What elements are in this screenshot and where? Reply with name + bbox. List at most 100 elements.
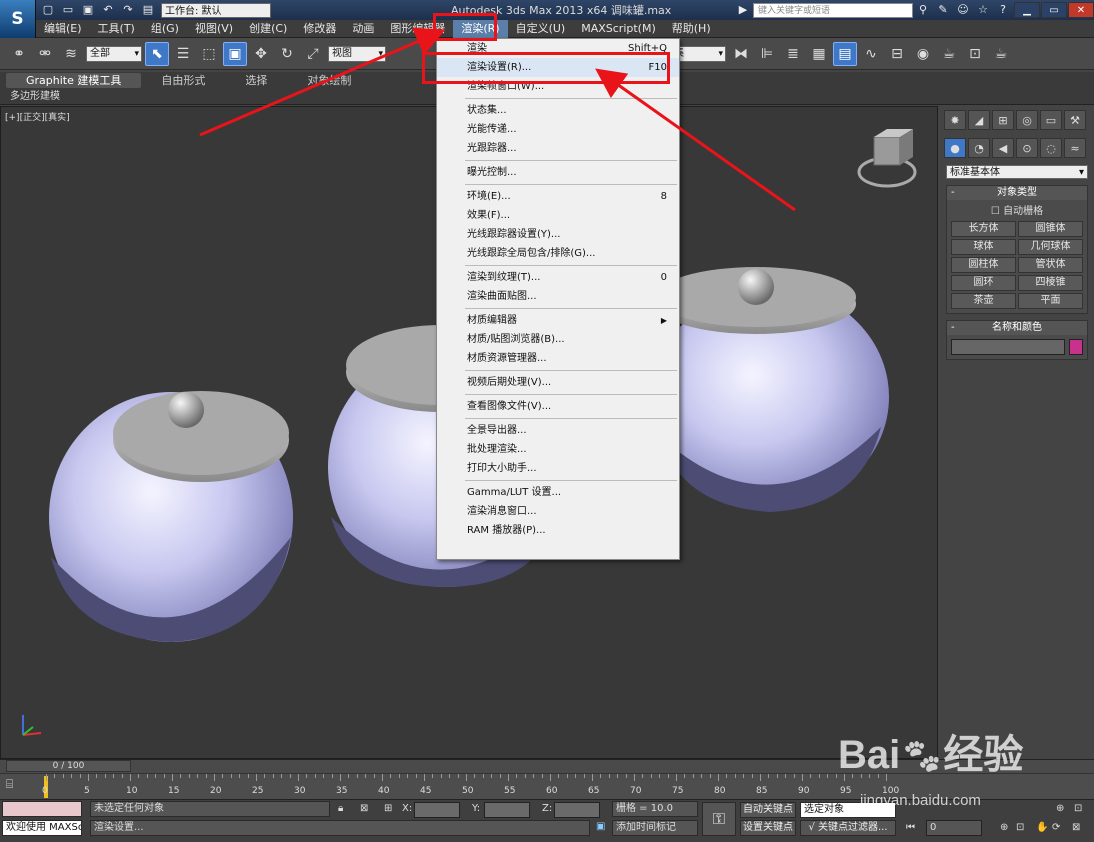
render-menu-item[interactable]: 视频后期处理(V)... <box>437 373 679 392</box>
zoom-extents-icon[interactable]: ⊡ <box>1016 822 1024 833</box>
search-input[interactable]: 键入关键字或短语 <box>753 2 913 18</box>
render-menu-item[interactable]: 光能传递... <box>437 120 679 139</box>
primitive-button[interactable]: 平面 <box>1018 293 1083 309</box>
object-color-swatch[interactable] <box>1069 339 1083 355</box>
new-file-icon[interactable]: ▢ <box>41 3 55 17</box>
set-key-button[interactable]: 设置关键点 <box>740 820 796 836</box>
ribbon-tab-0[interactable]: Graphite 建模工具 <box>6 73 142 88</box>
render-menu-item[interactable]: 效果(F)... <box>437 206 679 225</box>
absolute-mode-icon[interactable]: ⊞ <box>384 803 392 814</box>
ribbon-toggle-icon[interactable]: ▤ <box>833 41 857 66</box>
auto-key-button[interactable]: 自动关键点 <box>740 802 796 818</box>
zoom-all-icon[interactable]: ⊕ <box>1056 803 1064 814</box>
maxscript-mini-listener[interactable] <box>2 801 82 817</box>
menu-item-10[interactable]: MAXScript(M) <box>573 20 664 38</box>
menu-item-9[interactable]: 自定义(U) <box>508 20 574 38</box>
menu-item-0[interactable]: 编辑(E) <box>36 20 90 38</box>
ribbon-tab-1[interactable]: 自由形式 <box>141 73 225 88</box>
create-tab-icon[interactable]: ✸ <box>944 110 966 130</box>
render-setup-icon[interactable]: ☕ <box>937 42 961 66</box>
modify-tab-icon[interactable]: ◢ <box>968 110 990 130</box>
pan-icon[interactable]: ✋ <box>1036 822 1048 833</box>
render-frame-icon[interactable]: ⊡ <box>963 42 987 66</box>
menu-item-3[interactable]: 视图(V) <box>187 20 241 38</box>
render-menu-item[interactable]: 渲染到纹理(T)... 0 <box>437 268 679 287</box>
align-icon[interactable]: ⊫ <box>755 42 779 66</box>
shapes-icon[interactable]: ◔ <box>968 138 990 158</box>
render-menu-item[interactable]: 渲染 Shift+Q <box>437 39 679 58</box>
project-folder-icon[interactable]: ▤ <box>141 3 155 17</box>
primitive-button[interactable]: 几何球体 <box>1018 239 1083 255</box>
current-frame-input[interactable]: 0 <box>926 820 982 836</box>
tools-icon[interactable]: ✎ <box>936 3 950 17</box>
ref-coord-select[interactable]: 视图 <box>328 45 386 62</box>
utilities-tab-icon[interactable]: ⚒ <box>1064 110 1086 130</box>
selection-filter[interactable]: 全部 <box>86 45 142 62</box>
z-coord-input[interactable] <box>554 802 600 818</box>
lights-icon[interactable]: ◀ <box>992 138 1014 158</box>
render-menu-item[interactable]: 状态集... <box>437 101 679 120</box>
window-crossing-icon[interactable]: ▣ <box>223 41 247 66</box>
scale-icon[interactable]: ⤢ <box>301 42 325 66</box>
mini-curve-editor-icon[interactable]: ⌸ <box>6 777 13 792</box>
display-tab-icon[interactable]: ▭ <box>1040 110 1062 130</box>
primitive-button[interactable]: 四棱锥 <box>1018 275 1083 291</box>
star-icon[interactable]: ☆ <box>976 3 990 17</box>
render-menu-item[interactable]: 曝光控制... <box>437 163 679 182</box>
minimize-button[interactable]: ▁ <box>1014 2 1040 18</box>
people-icon[interactable]: ☺ <box>956 3 970 17</box>
primitive-button[interactable]: 管状体 <box>1018 257 1083 273</box>
render-menu-item[interactable]: 光线跟踪全局包含/排除(G)... <box>437 244 679 263</box>
add-time-tag[interactable]: 添加时间标记 <box>612 820 698 836</box>
render-menu-item[interactable]: 渲染设置(R)... F10 <box>437 58 679 77</box>
curve-editor-icon[interactable]: ∿ <box>859 42 883 66</box>
close-button[interactable]: ✕ <box>1068 2 1094 18</box>
time-slider[interactable]: 0 / 100 <box>6 760 131 772</box>
render-menu-item[interactable]: 渲染曲面贴图... <box>437 287 679 306</box>
undo-icon[interactable]: ↶ <box>101 3 115 17</box>
material-editor-icon[interactable]: ◉ <box>911 42 935 66</box>
redo-icon[interactable]: ↷ <box>121 3 135 17</box>
select-object-icon[interactable]: ⬉ <box>145 41 169 66</box>
motion-tab-icon[interactable]: ◎ <box>1016 110 1038 130</box>
menu-item-8[interactable]: 渲染(R) <box>453 19 508 38</box>
render-menu-item[interactable]: 材质资源管理器... <box>437 349 679 368</box>
primitive-button[interactable]: 圆锥体 <box>1018 221 1083 237</box>
render-menu-item[interactable]: 批处理渲染... <box>437 440 679 459</box>
menu-item-1[interactable]: 工具(T) <box>90 20 143 38</box>
autogrid-checkbox[interactable]: ☐ 自动栅格 <box>947 200 1087 219</box>
menu-item-11[interactable]: 帮助(H) <box>664 20 719 38</box>
object-name-input[interactable] <box>951 339 1065 355</box>
menu-item-5[interactable]: 修改器 <box>295 20 344 38</box>
render-menu-item[interactable]: Gamma/LUT 设置... <box>437 483 679 502</box>
primitive-button[interactable]: 长方体 <box>951 221 1016 237</box>
mirror-icon[interactable]: ⧓ <box>729 42 753 66</box>
menu-item-6[interactable]: 动画 <box>344 20 382 38</box>
menu-item-2[interactable]: 组(G) <box>143 20 187 38</box>
y-coord-input[interactable] <box>484 802 530 818</box>
rect-selection-icon[interactable]: ⬚ <box>197 42 221 66</box>
restore-button[interactable]: ▭ <box>1041 2 1067 18</box>
render-menu-item[interactable]: 查看图像文件(V)... <box>437 397 679 416</box>
primitive-button[interactable]: 圆环 <box>951 275 1016 291</box>
render-menu-item[interactable]: 渲染帧窗口(W)... <box>437 77 679 96</box>
jar-left[interactable] <box>49 391 293 642</box>
zoom-extents-all-icon[interactable]: ⊡ <box>1074 803 1082 814</box>
layer-manager-icon[interactable]: ≣ <box>781 42 805 66</box>
workspace-select[interactable]: 工作台: 默认 <box>161 2 271 18</box>
render-menu-item[interactable]: 材质编辑器 ▶ <box>437 311 679 330</box>
primitive-button[interactable]: 球体 <box>951 239 1016 255</box>
zoom-icon[interactable]: ⊕ <box>1000 822 1008 833</box>
render-menu-item[interactable]: 材质/贴图浏览器(B)... <box>437 330 679 349</box>
bind-spacewarp-icon[interactable]: ≋ <box>59 42 83 66</box>
link-icon[interactable]: ⚭ <box>7 42 31 66</box>
save-icon[interactable]: ▣ <box>81 3 95 17</box>
time-config-icon[interactable]: ⏮ <box>906 822 915 833</box>
app-logo[interactable]: S <box>0 0 36 38</box>
ribbon-tab-2[interactable]: 选择 <box>225 73 287 88</box>
lock-icon[interactable]: 🔒︎ <box>338 803 343 814</box>
render-menu-item[interactable]: 光线跟踪器设置(Y)... <box>437 225 679 244</box>
graphite-toggle-icon[interactable]: ▦ <box>807 42 831 66</box>
unlink-icon[interactable]: ⚮ <box>33 42 57 66</box>
geometry-icon[interactable]: ● <box>944 138 966 158</box>
